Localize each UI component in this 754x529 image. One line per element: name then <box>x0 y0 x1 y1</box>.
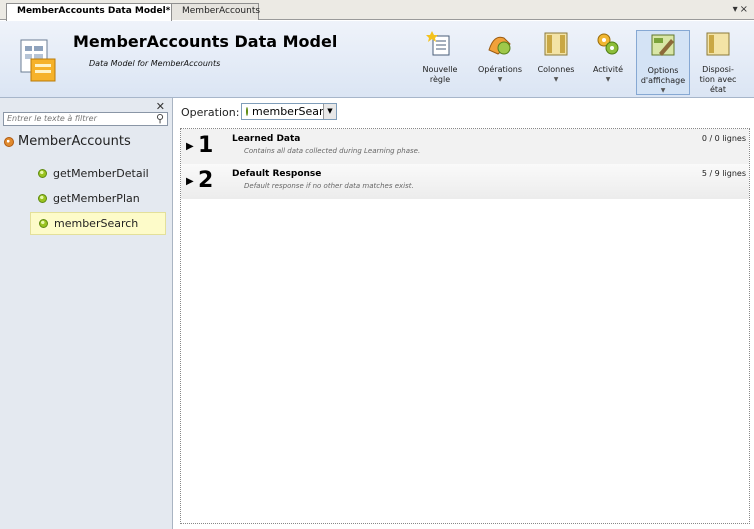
tree-item-label: getMemberPlan <box>53 192 140 205</box>
display-options-caret-icon: ▼ <box>660 87 666 94</box>
layout-label-3: état <box>709 85 727 94</box>
tab-menu-and-close-icon[interactable]: ▾× <box>733 4 750 15</box>
operation-select[interactable]: memberSearch ▼ <box>241 103 337 120</box>
rule-number: 2 <box>198 168 214 193</box>
dropdown-arrow-icon[interactable]: ▼ <box>323 104 336 119</box>
new-rule-label-1: Nouvelle <box>422 65 458 74</box>
operations-button[interactable]: Opérations ▼ <box>476 30 524 95</box>
tree-item-getmemberdetail[interactable]: getMemberDetail <box>30 162 166 185</box>
operation-icon <box>39 219 48 228</box>
page-subtitle: Data Model for MemberAccounts <box>89 59 221 68</box>
operation-icon <box>246 107 248 116</box>
activity-caret-icon: ▼ <box>605 76 611 83</box>
tab-data-model-label: MemberAccounts Data Model* <box>17 6 171 16</box>
operation-label: Operation: <box>181 106 240 119</box>
tab-member-accounts[interactable]: MemberAccounts <box>171 3 261 20</box>
tree-root-member-accounts[interactable]: MemberAccounts <box>4 134 131 149</box>
editor-header: MemberAccounts Data Model Data Model for… <box>0 21 754 98</box>
columns-button[interactable]: Colonnes ▼ <box>534 30 578 95</box>
tab-data-model[interactable]: MemberAccounts Data Model* <box>6 3 172 21</box>
activity-button[interactable]: Activité ▼ <box>590 30 626 95</box>
operation-icon <box>38 169 47 178</box>
new-rule-button[interactable]: Nouvelle règle <box>420 30 460 95</box>
columns-label: Colonnes <box>537 65 575 74</box>
display-options-label-1: Options <box>647 66 679 75</box>
rule-row-count: 5 / 9 lignes <box>701 169 746 178</box>
expand-arrow-icon[interactable]: ▶ <box>186 141 194 152</box>
rule-row[interactable]: ▶ 1 Learned Data Contains all data colle… <box>181 129 749 165</box>
layout-label-1: Disposi- <box>702 65 734 74</box>
service-icon <box>4 136 14 147</box>
display-options-button[interactable]: Options d'affichage ▼ <box>636 30 690 95</box>
new-rule-label-2: règle <box>429 75 451 84</box>
tree-item-label: memberSearch <box>54 217 139 230</box>
rule-title: Default Response <box>232 169 322 179</box>
tab-member-accounts-label: MemberAccounts <box>182 6 261 16</box>
activity-label: Activité <box>592 65 624 74</box>
operations-label: Opérations <box>478 65 522 74</box>
data-model-icon <box>20 39 56 82</box>
columns-icon <box>544 32 568 56</box>
layout-label-2: tion avec <box>699 75 737 84</box>
search-icon[interactable]: ⚲ <box>156 112 164 125</box>
display-options-icon <box>651 34 675 56</box>
page-title: MemberAccounts Data Model <box>73 32 338 51</box>
new-rule-icon <box>426 31 450 56</box>
operations-sidebar: ✕ Entrer le texte à filtrer ⚲ MemberAcco… <box>0 98 173 529</box>
tree-item-getmemberplan[interactable]: getMemberPlan <box>30 187 166 210</box>
columns-caret-icon: ▼ <box>553 76 559 83</box>
tree-item-membersearch[interactable]: memberSearch <box>30 212 166 235</box>
rule-description: Default response if no other data matche… <box>244 182 414 190</box>
operations-icon <box>488 36 511 55</box>
rules-pane: Operation: memberSearch ▼ ▶ 1 Learned Da… <box>174 98 754 529</box>
rule-title: Learned Data <box>232 134 301 144</box>
rule-row[interactable]: ▶ 2 Default Response Default response if… <box>181 164 749 200</box>
tree-root-label: MemberAccounts <box>18 134 131 149</box>
rule-row-count: 0 / 0 lignes <box>701 134 746 143</box>
operation-icon <box>38 194 47 203</box>
document-tab-strip: MemberAccounts Data Model* MemberAccount… <box>0 0 754 21</box>
filter-input[interactable]: Entrer le texte à filtrer ⚲ <box>3 112 168 126</box>
expand-arrow-icon[interactable]: ▶ <box>186 176 194 187</box>
rule-description: Contains all data collected during Learn… <box>244 147 421 155</box>
tree-item-label: getMemberDetail <box>53 167 149 180</box>
display-options-label-2: d'affichage <box>640 76 686 85</box>
stateful-layout-button[interactable]: Disposi- tion avec état <box>696 30 740 95</box>
activity-icon <box>597 33 619 55</box>
rule-number: 1 <box>198 133 214 158</box>
operations-caret-icon: ▼ <box>497 76 503 83</box>
filter-placeholder: Entrer le texte à filtrer <box>7 114 97 123</box>
layout-icon <box>706 32 730 56</box>
rules-list: ▶ 1 Learned Data Contains all data colle… <box>180 128 750 524</box>
